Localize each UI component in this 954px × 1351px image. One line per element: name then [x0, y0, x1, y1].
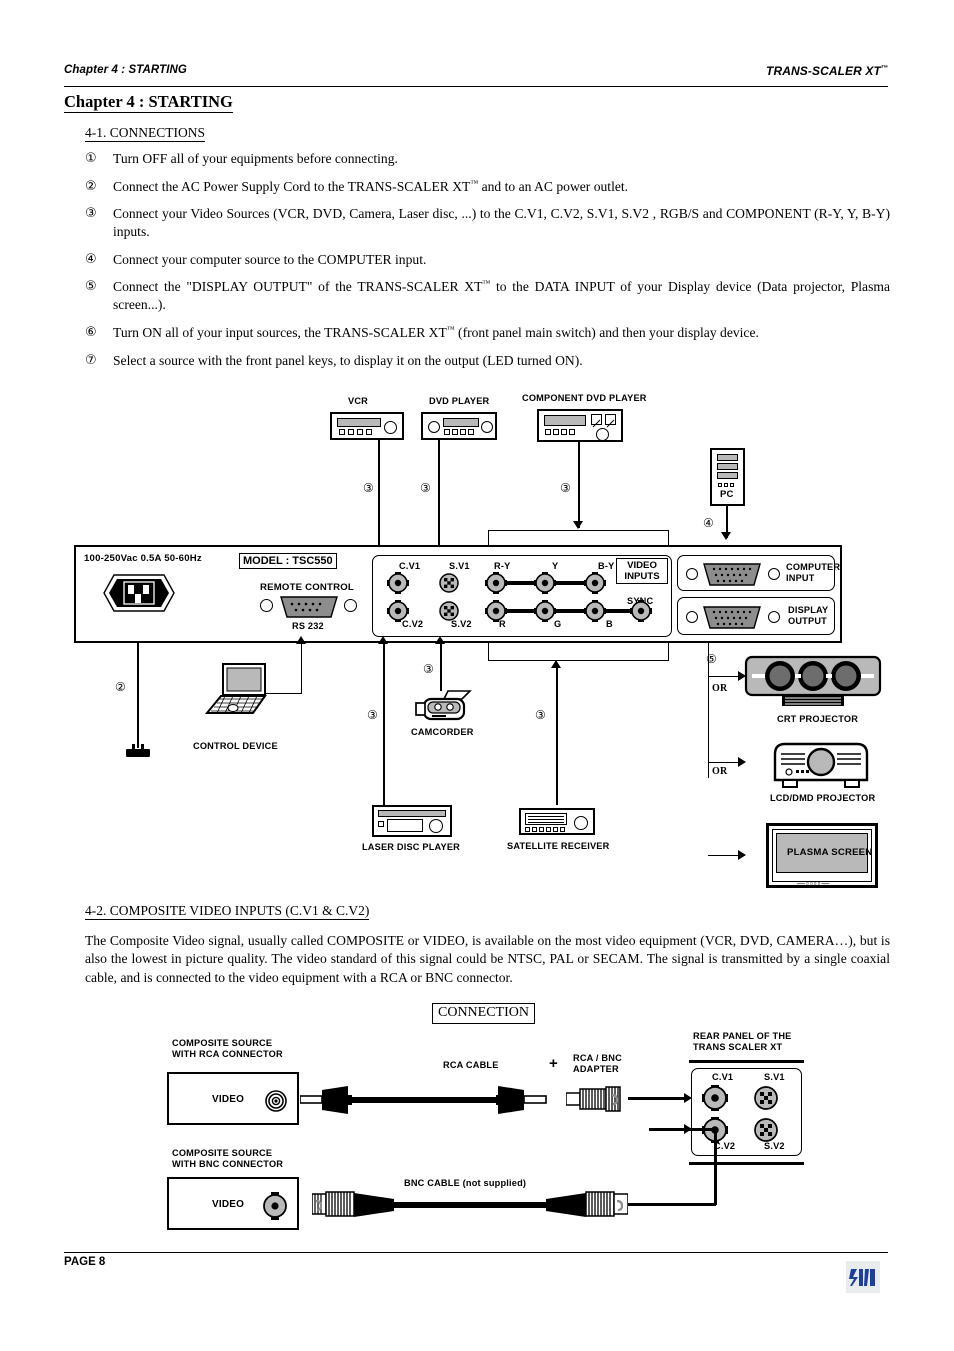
rear-panel-title-label: REAR PANEL OF THE TRANS SCALER XT [693, 1031, 792, 1053]
rca-video-label: VIDEO [212, 1094, 245, 1105]
rca-source-box: VIDEO [167, 1072, 299, 1125]
connection-rear-subpanel: C.V1 S.V1 C.V2 S.V2 [691, 1068, 802, 1156]
rca-bnc-adapter-label: RCA / BNC ADAPTER [573, 1053, 622, 1075]
composite-connection-diagram: COMPOSITE SOURCE WITH RCA CONNECTOR VIDE… [0, 0, 954, 1260]
document-page: Chapter 4 : STARTING TRANS-SCALER XT™ Ch… [0, 0, 954, 1351]
rca-bnc-adapter-icon [566, 1086, 621, 1112]
bnc-cable-route-h1 [628, 1203, 716, 1206]
conn-jack-cv1[interactable] [702, 1085, 728, 1111]
logo-mark-icon [849, 1269, 875, 1286]
rear-panel-bottom-edge [689, 1162, 804, 1165]
bnc-cable-route-v [714, 1128, 717, 1205]
rca-source-jack-icon [265, 1090, 287, 1112]
bnc-cable-route-h2 [649, 1128, 716, 1131]
bnc-source-box: VIDEO [167, 1177, 299, 1230]
conn-jack-label-sv1: S.V1 [764, 1072, 785, 1082]
plus-sign: + [549, 1055, 558, 1072]
bnc-cable-icon [312, 1191, 628, 1217]
rca-cable-icon [300, 1086, 547, 1114]
bnc-source-jack-icon [263, 1192, 287, 1220]
rca-cable-label: RCA CABLE [443, 1060, 499, 1070]
company-logo [846, 1261, 880, 1293]
rear-panel-top-edge [689, 1060, 804, 1063]
rca-source-label: COMPOSITE SOURCE WITH RCA CONNECTOR [172, 1038, 283, 1060]
conn-jack-sv1[interactable] [754, 1086, 778, 1110]
footer-page-number: PAGE 8 [64, 1256, 106, 1268]
bnc-source-label: COMPOSITE SOURCE WITH BNC CONNECTOR [172, 1148, 284, 1170]
conn-jack-sv2[interactable] [754, 1118, 778, 1142]
adapter-to-panel-line [628, 1097, 688, 1100]
bnc-to-cv2-arrow-icon [684, 1124, 692, 1134]
bnc-video-label: VIDEO [212, 1199, 245, 1210]
conn-jack-label-sv2: S.V2 [764, 1141, 785, 1151]
conn-jack-label-cv1: C.V1 [712, 1072, 734, 1082]
footer-rule [64, 1252, 888, 1253]
